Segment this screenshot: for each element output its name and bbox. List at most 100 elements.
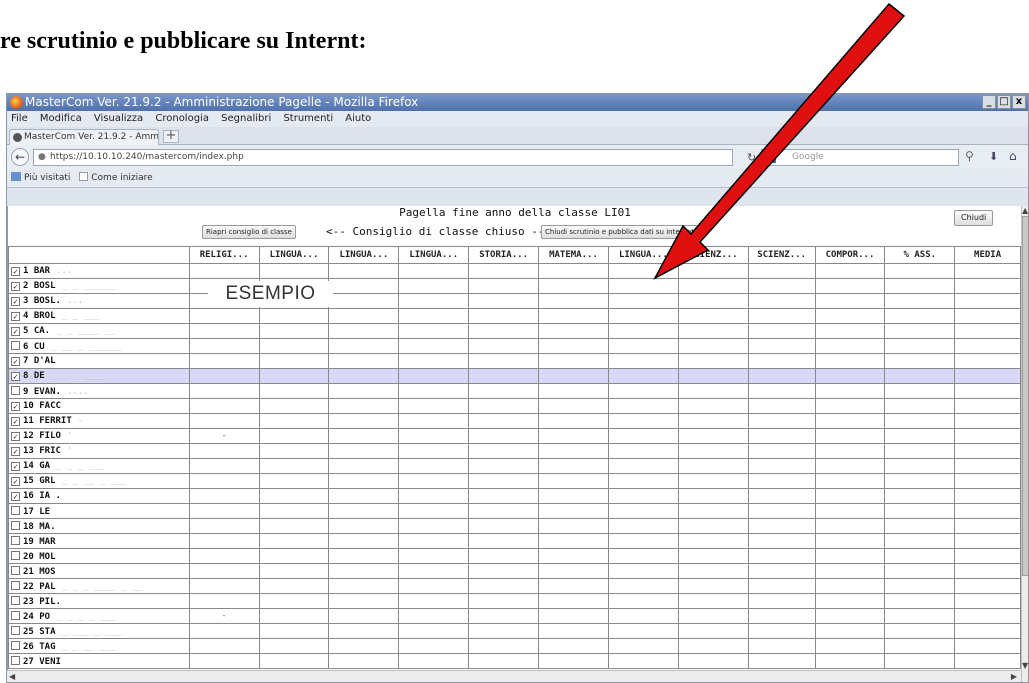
- grade-cell[interactable]: [468, 533, 540, 549]
- grade-cell[interactable]: [188, 548, 260, 564]
- grade-cell[interactable]: [258, 428, 330, 444]
- grade-cell[interactable]: [468, 323, 540, 339]
- student-checkbox[interactable]: ✓: [11, 357, 20, 366]
- grade-cell[interactable]: [328, 503, 400, 519]
- grade-cell[interactable]: [328, 563, 400, 579]
- student-checkbox[interactable]: ✓: [11, 297, 20, 306]
- grade-cell[interactable]: [607, 593, 679, 609]
- grade-cell[interactable]: [607, 278, 679, 294]
- student-checkbox[interactable]: ✓: [11, 372, 20, 381]
- grade-cell[interactable]: [538, 593, 609, 609]
- grade-cell[interactable]: [468, 353, 540, 369]
- grade-cell[interactable]: [398, 353, 470, 369]
- grade-cell[interactable]: [468, 293, 540, 309]
- grade-cell[interactable]: [677, 548, 749, 564]
- grade-cell[interactable]: [398, 293, 470, 309]
- student-checkbox[interactable]: ✓: [11, 477, 20, 486]
- grade-cell[interactable]: [328, 638, 400, 654]
- grade-cell[interactable]: [258, 578, 330, 594]
- grade-cell[interactable]: [677, 578, 749, 594]
- new-tab-button[interactable]: +: [163, 129, 179, 143]
- table-row[interactable]: 18 MA.: [8, 518, 1021, 534]
- student-checkbox[interactable]: [11, 535, 20, 545]
- grade-cell[interactable]: [884, 383, 956, 399]
- grade-cell[interactable]: [188, 308, 260, 324]
- grade-cell[interactable]: [188, 638, 260, 654]
- grade-cell[interactable]: [468, 263, 540, 279]
- table-row[interactable]: ✓ 3 BOSL....: [8, 293, 1021, 309]
- student-checkbox[interactable]: ✓: [11, 402, 20, 411]
- grade-cell[interactable]: [258, 413, 330, 429]
- student-checkbox[interactable]: [11, 505, 20, 515]
- grade-cell[interactable]: [328, 518, 400, 534]
- grade-cell[interactable]: [468, 308, 540, 324]
- grade-cell[interactable]: [538, 263, 609, 279]
- table-row[interactable]: ✓ 14 GA _ _ _ ___: [8, 458, 1021, 474]
- grade-cell[interactable]: [607, 383, 679, 399]
- grade-cell[interactable]: [607, 368, 679, 384]
- grade-cell[interactable]: [468, 473, 540, 489]
- grade-cell[interactable]: [954, 653, 1021, 669]
- grade-cell[interactable]: [328, 278, 400, 294]
- table-row[interactable]: ✓ 13 FRIC ': [8, 443, 1021, 459]
- grade-cell[interactable]: [258, 623, 330, 639]
- grade-cell[interactable]: [398, 533, 470, 549]
- grade-cell[interactable]: [468, 518, 540, 534]
- student-checkbox[interactable]: [11, 595, 20, 605]
- grade-cell[interactable]: [884, 458, 956, 474]
- grade-cell[interactable]: [954, 383, 1021, 399]
- search-engine-icon[interactable]: 8: [765, 152, 776, 163]
- grade-cell[interactable]: [814, 458, 886, 474]
- table-row[interactable]: ✓ 8 DE _ _ _ ____: [8, 368, 1021, 384]
- grade-cell[interactable]: [814, 323, 886, 339]
- grade-cell[interactable]: [468, 503, 540, 519]
- grade-cell[interactable]: [538, 308, 609, 324]
- chiudi-scrutinio-button[interactable]: Chiudi scrutinio e pubblica dati su inte…: [541, 225, 698, 239]
- grade-cell[interactable]: [677, 323, 749, 339]
- grade-cell[interactable]: [884, 473, 956, 489]
- grade-cell[interactable]: [677, 458, 749, 474]
- grade-cell[interactable]: [398, 458, 470, 474]
- grade-cell[interactable]: [747, 638, 816, 654]
- grade-cell[interactable]: [607, 293, 679, 309]
- grade-cell[interactable]: [607, 503, 679, 519]
- grade-cell[interactable]: [954, 368, 1021, 384]
- grade-cell[interactable]: [258, 533, 330, 549]
- grade-cell[interactable]: [954, 398, 1021, 414]
- grade-cell[interactable]: -: [188, 428, 260, 444]
- student-checkbox[interactable]: [11, 550, 20, 560]
- grade-cell[interactable]: [954, 593, 1021, 609]
- grade-cell[interactable]: [258, 503, 330, 519]
- grade-cell[interactable]: [954, 278, 1021, 294]
- student-checkbox[interactable]: ✓: [11, 312, 20, 321]
- grade-cell[interactable]: [398, 428, 470, 444]
- bookmark-come-iniziare[interactable]: Come iniziare: [91, 173, 152, 183]
- grade-cell[interactable]: [258, 473, 330, 489]
- scroll-down-icon[interactable]: ▼: [1022, 661, 1028, 670]
- grade-cell[interactable]: [188, 653, 260, 669]
- grade-cell[interactable]: [398, 368, 470, 384]
- grade-cell[interactable]: [538, 278, 609, 294]
- grade-cell[interactable]: [188, 458, 260, 474]
- grade-cell[interactable]: [747, 413, 816, 429]
- grade-cell[interactable]: [328, 548, 400, 564]
- grade-cell[interactable]: [954, 503, 1021, 519]
- grade-cell[interactable]: [398, 578, 470, 594]
- grade-cell[interactable]: [884, 563, 956, 579]
- grade-cell[interactable]: [747, 398, 816, 414]
- grade-cell[interactable]: [538, 368, 609, 384]
- grade-cell[interactable]: [538, 323, 609, 339]
- grade-cell[interactable]: [884, 263, 956, 279]
- grade-cell[interactable]: [607, 308, 679, 324]
- grade-cell[interactable]: [258, 383, 330, 399]
- grade-cell[interactable]: [954, 578, 1021, 594]
- grade-cell[interactable]: [188, 383, 260, 399]
- table-row[interactable]: ✓ 1 BAR...: [8, 263, 1021, 279]
- grade-cell[interactable]: [814, 518, 886, 534]
- vertical-scrollbar[interactable]: ▲ ▼: [1021, 206, 1028, 682]
- grade-cell[interactable]: [814, 263, 886, 279]
- grade-cell[interactable]: [954, 293, 1021, 309]
- grade-cell[interactable]: [677, 353, 749, 369]
- table-row[interactable]: ✓ 15 GRL _ _ __ _ ___: [8, 473, 1021, 489]
- grade-cell[interactable]: [747, 623, 816, 639]
